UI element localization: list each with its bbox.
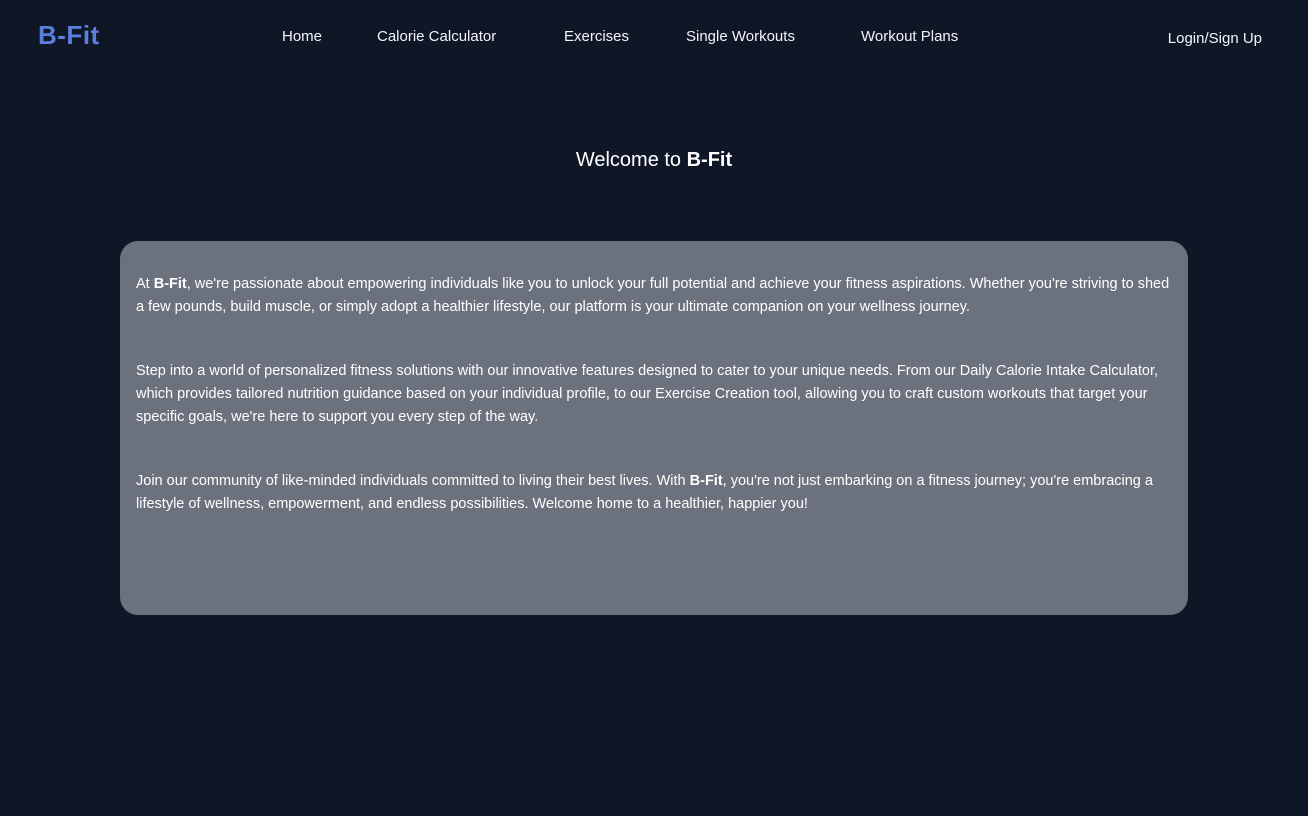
welcome-brand: B-Fit: [686, 149, 733, 171]
about-paragraph-3: Join our community of like-minded indivi…: [136, 470, 1172, 516]
p1-post: , we're passionate about empowering indi…: [136, 276, 1170, 315]
p3-pre: Join our community of like-minded indivi…: [136, 473, 690, 489]
welcome-prefix: Welcome to: [575, 149, 687, 171]
navbar: B-Fit Home Calorie Calculator Exercises …: [0, 0, 1308, 72]
about-card: At B-Fit, we're passionate about empower…: [120, 241, 1188, 615]
nav-calorie-calculator-link[interactable]: Calorie Calculator: [377, 26, 496, 48]
p3-brand: B-Fit: [689, 473, 723, 489]
nav-links: Home Calorie Calculator Exercises Single…: [0, 26, 1308, 48]
nav-exercises-link[interactable]: Exercises: [564, 26, 629, 48]
nav-home-link[interactable]: Home: [282, 26, 322, 48]
about-paragraph-1: At B-Fit, we're passionate about empower…: [136, 273, 1172, 319]
nav-single-workouts-link[interactable]: Single Workouts: [686, 26, 795, 48]
welcome-heading: Welcome to B-Fit: [0, 146, 1308, 174]
p1-brand: B-Fit: [153, 276, 187, 292]
about-paragraph-2: Step into a world of personalized fitnes…: [136, 363, 1159, 425]
p1-pre: At: [136, 276, 154, 292]
nav-workout-plans-link[interactable]: Workout Plans: [861, 26, 958, 48]
login-signup-link[interactable]: Login/Sign Up: [1168, 28, 1262, 50]
